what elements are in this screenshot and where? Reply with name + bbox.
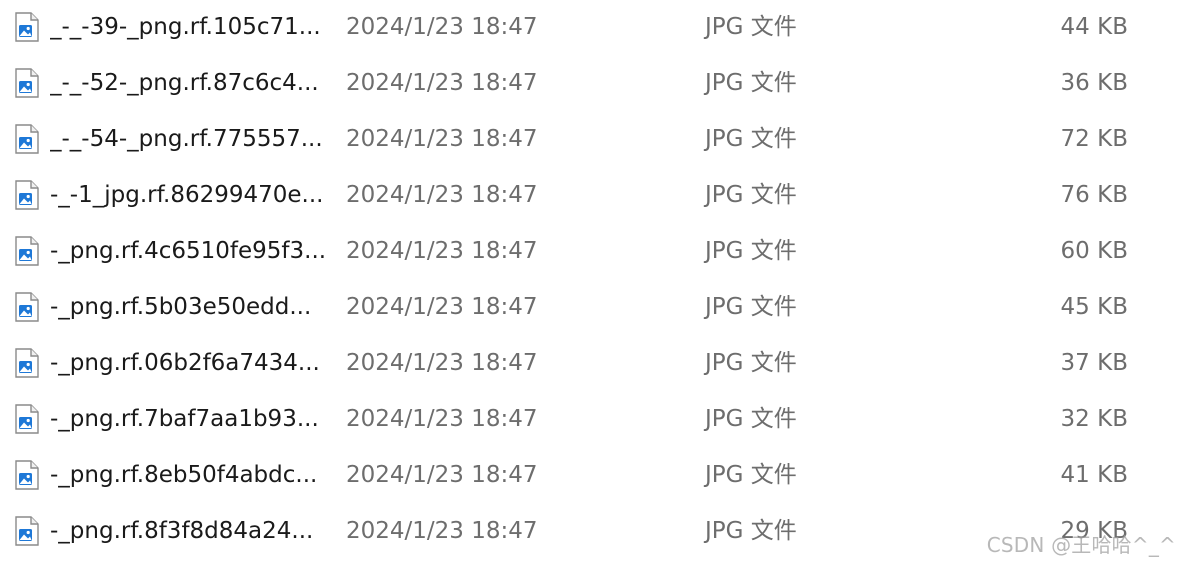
file-name: _-_-39-_png.rf.105c71... <box>50 14 321 40</box>
image-file-icon <box>14 124 40 154</box>
image-file-icon <box>14 180 40 210</box>
image-file-icon <box>14 68 40 98</box>
file-row[interactable]: -_png.rf.06b2f6a7434... 2024/1/23 18:47 … <box>0 336 1181 392</box>
file-size: 36 KB <box>1060 70 1128 96</box>
file-row[interactable]: -_png.rf.7baf7aa1b93... 2024/1/23 18:47 … <box>0 392 1181 448</box>
file-date-modified: 2024/1/23 18:47 <box>346 14 538 40</box>
file-name: _-_-54-_png.rf.775557... <box>50 126 323 152</box>
file-size: 37 KB <box>1060 350 1128 376</box>
file-type: JPG 文件 <box>705 294 797 320</box>
image-file-icon <box>14 460 40 490</box>
file-date-modified: 2024/1/23 18:47 <box>346 406 538 432</box>
file-size: 44 KB <box>1060 14 1128 40</box>
file-row[interactable]: _-_-39-_png.rf.105c71... 2024/1/23 18:47… <box>0 0 1181 56</box>
file-type: JPG 文件 <box>705 406 797 432</box>
file-date-modified: 2024/1/23 18:47 <box>346 70 538 96</box>
file-type: JPG 文件 <box>705 462 797 488</box>
file-name: -_png.rf.06b2f6a7434... <box>50 350 320 376</box>
file-date-modified: 2024/1/23 18:47 <box>346 294 538 320</box>
file-name: _-_-52-_png.rf.87c6c4... <box>50 70 319 96</box>
file-name: -_png.rf.4c6510fe95f3... <box>50 238 327 264</box>
file-name: -_png.rf.5b03e50edd... <box>50 294 312 320</box>
file-size: 72 KB <box>1060 126 1128 152</box>
image-file-icon <box>14 404 40 434</box>
file-row[interactable]: _-_-54-_png.rf.775557... 2024/1/23 18:47… <box>0 112 1181 168</box>
file-row[interactable]: -_png.rf.4c6510fe95f3... 2024/1/23 18:47… <box>0 224 1181 280</box>
image-file-icon <box>14 348 40 378</box>
file-size: 76 KB <box>1060 182 1128 208</box>
image-file-icon <box>14 292 40 322</box>
file-name: -_png.rf.8f3f8d84a24... <box>50 518 314 544</box>
file-row[interactable]: -_png.rf.5b03e50edd... 2024/1/23 18:47 J… <box>0 280 1181 336</box>
watermark: CSDN @王哈哈^_^ <box>986 533 1176 557</box>
file-size: 41 KB <box>1060 462 1128 488</box>
file-row[interactable]: _-_-52-_png.rf.87c6c4... 2024/1/23 18:47… <box>0 56 1181 112</box>
file-type: JPG 文件 <box>705 350 797 376</box>
file-date-modified: 2024/1/23 18:47 <box>346 182 538 208</box>
file-date-modified: 2024/1/23 18:47 <box>346 238 538 264</box>
file-date-modified: 2024/1/23 18:47 <box>346 126 538 152</box>
file-type: JPG 文件 <box>705 518 797 544</box>
file-date-modified: 2024/1/23 18:47 <box>346 350 538 376</box>
file-date-modified: 2024/1/23 18:47 <box>346 462 538 488</box>
file-name: -_png.rf.7baf7aa1b93... <box>50 406 319 432</box>
file-type: JPG 文件 <box>705 126 797 152</box>
image-file-icon <box>14 12 40 42</box>
file-name: -_png.rf.8eb50f4abdc... <box>50 462 318 488</box>
file-list: _-_-39-_png.rf.105c71... 2024/1/23 18:47… <box>0 0 1181 563</box>
file-size: 60 KB <box>1060 238 1128 264</box>
file-type: JPG 文件 <box>705 182 797 208</box>
file-date-modified: 2024/1/23 18:47 <box>346 518 538 544</box>
file-type: JPG 文件 <box>705 238 797 264</box>
image-file-icon <box>14 236 40 266</box>
file-type: JPG 文件 <box>705 70 797 96</box>
image-file-icon <box>14 516 40 546</box>
file-row[interactable]: -_-1_jpg.rf.86299470e... 2024/1/23 18:47… <box>0 168 1181 224</box>
file-name: -_-1_jpg.rf.86299470e... <box>50 182 324 208</box>
file-size: 45 KB <box>1060 294 1128 320</box>
file-row[interactable]: -_png.rf.8eb50f4abdc... 2024/1/23 18:47 … <box>0 448 1181 504</box>
file-size: 32 KB <box>1060 406 1128 432</box>
file-type: JPG 文件 <box>705 14 797 40</box>
